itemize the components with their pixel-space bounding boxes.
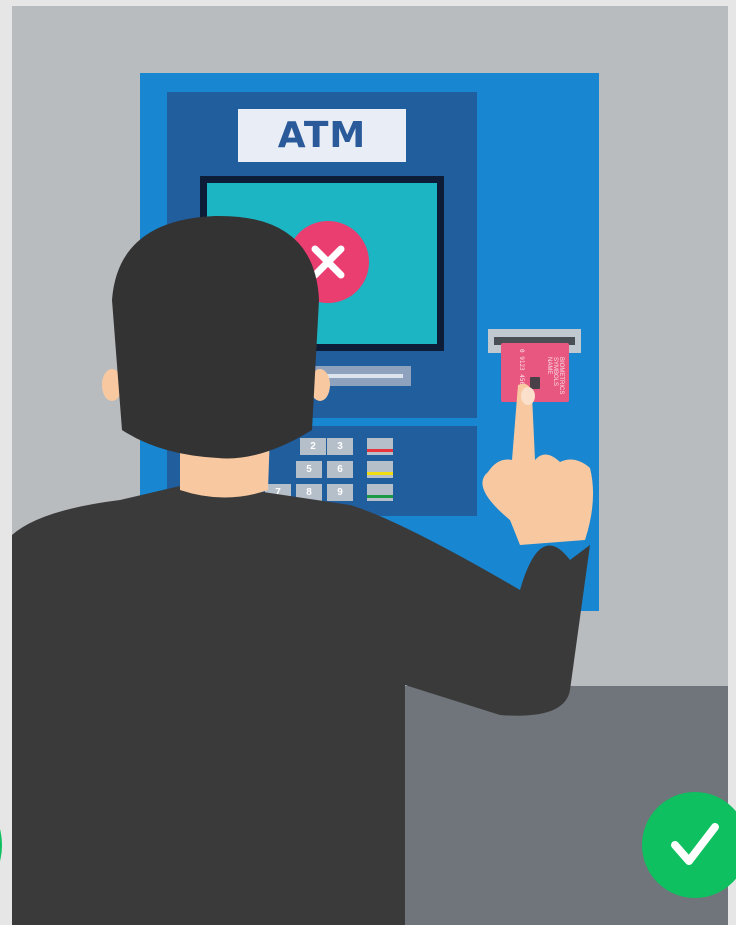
hand bbox=[482, 383, 594, 545]
fingernail bbox=[521, 387, 535, 405]
jacket bbox=[12, 486, 590, 925]
checkmark-icon bbox=[671, 823, 719, 865]
atm-scene: ATM 2 3 5 6 7 8 9 0 9123 456 BIOMETRICS … bbox=[0, 0, 736, 925]
hair bbox=[112, 215, 319, 459]
person-illustration bbox=[12, 215, 594, 925]
